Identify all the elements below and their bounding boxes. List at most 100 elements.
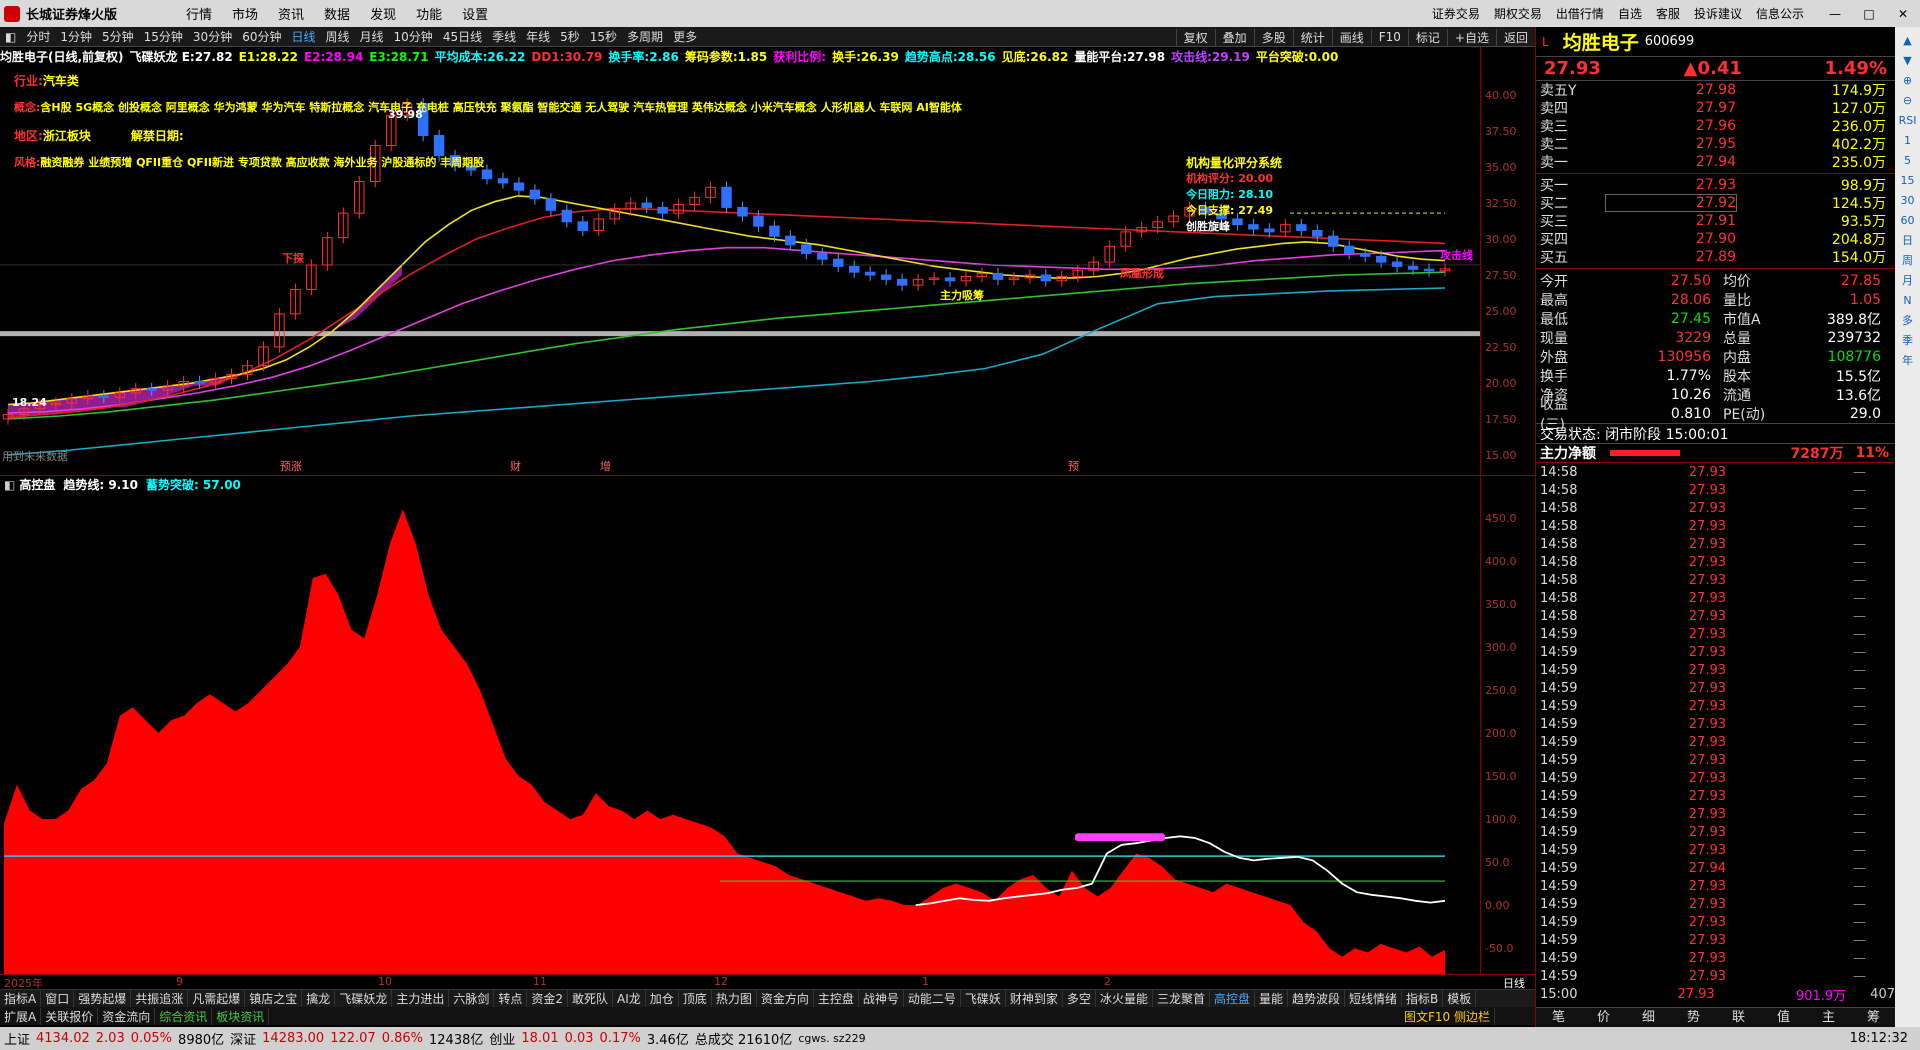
- indicator-tab-13[interactable]: AI龙: [613, 990, 646, 1007]
- menu-lending[interactable]: 出借行情: [1556, 5, 1604, 22]
- period-7[interactable]: 周线: [321, 28, 355, 45]
- indicator-tab-9[interactable]: 六脉剑: [449, 990, 495, 1007]
- chart-menu-icon[interactable]: ◧: [0, 30, 21, 44]
- indicator-tab-29[interactable]: 短线情绪: [1345, 990, 1403, 1007]
- indicator-tab-15[interactable]: 顶底: [679, 990, 712, 1007]
- indicator-tab-23[interactable]: 多空: [1063, 990, 1096, 1007]
- indicator-tab-6[interactable]: 擒龙: [302, 990, 336, 1007]
- menu-discover[interactable]: 发现: [370, 8, 396, 23]
- indicator-tab-12[interactable]: 敢死队: [568, 990, 614, 1007]
- indicator-tab-27[interactable]: 量能: [1255, 990, 1288, 1007]
- menu-service[interactable]: 客服: [1656, 5, 1680, 22]
- indicator-tab-5[interactable]: 镇店之宝: [245, 990, 303, 1007]
- sidebar-btn-9[interactable]: 60: [1901, 211, 1915, 231]
- ask-row-1[interactable]: 卖四 27.97 127.0万: [1536, 99, 1895, 117]
- ask-row-3[interactable]: 卖二 27.95 402.2万: [1536, 135, 1895, 153]
- indicator-tab-24[interactable]: 冰火量能: [1096, 990, 1153, 1007]
- menu-watchlist[interactable]: 自选: [1618, 5, 1642, 22]
- ext-tab-3[interactable]: 综合资讯: [155, 1007, 213, 1025]
- sidebar-btn-12[interactable]: 月: [1902, 271, 1913, 291]
- tool-3[interactable]: 统计: [1292, 28, 1332, 46]
- bid-row-3[interactable]: 买四 27.90 204.8万: [1536, 230, 1895, 248]
- indicator-tab-3[interactable]: 共振追涨: [131, 990, 189, 1007]
- indicator-tab-18[interactable]: 主控盘: [814, 990, 859, 1007]
- indicator-tab-11[interactable]: 资金2: [527, 990, 569, 1007]
- period-10[interactable]: 45日线: [438, 28, 487, 45]
- tool-5[interactable]: F10: [1370, 30, 1408, 44]
- period-6[interactable]: 日线: [286, 28, 320, 45]
- period-9[interactable]: 10分钟: [389, 28, 438, 45]
- period-11[interactable]: 季线: [487, 28, 521, 45]
- sidebar-btn-5[interactable]: 1: [1904, 131, 1911, 151]
- sidebar-btn-6[interactable]: 5: [1904, 151, 1911, 171]
- indicator-tab-1[interactable]: 窗口: [41, 990, 75, 1007]
- tool-7[interactable]: +自选: [1446, 28, 1496, 46]
- period-14[interactable]: 15秒: [585, 28, 622, 45]
- sidebar-btn-15[interactable]: 季: [1902, 331, 1913, 351]
- tool-0[interactable]: 复权: [1175, 28, 1215, 46]
- side-note[interactable]: 图文F10 侧边栏: [1400, 1007, 1495, 1025]
- quote-tab-0[interactable]: 笔: [1536, 1008, 1581, 1027]
- ask-row-0[interactable]: 卖五Y 27.98 174.9万: [1536, 81, 1895, 99]
- tool-1[interactable]: 叠加: [1214, 28, 1254, 46]
- ext-tab-2[interactable]: 资金流向: [98, 1007, 156, 1025]
- menu-disclosure[interactable]: 信息公示: [1756, 5, 1804, 22]
- indicator-tab-21[interactable]: 飞碟妖: [961, 990, 1006, 1007]
- period-8[interactable]: 月线: [355, 28, 389, 45]
- sidebar-btn-8[interactable]: 30: [1901, 191, 1915, 211]
- ext-tab-4[interactable]: 板块资讯: [212, 1007, 270, 1025]
- sidebar-btn-4[interactable]: RSI: [1899, 111, 1917, 131]
- indicator-tab-25[interactable]: 三龙聚首: [1153, 990, 1210, 1007]
- period-1[interactable]: 1分钟: [55, 28, 97, 45]
- menu-settings[interactable]: 设置: [462, 8, 488, 23]
- indicator-tab-19[interactable]: 战神号: [859, 990, 904, 1007]
- indicator-tab-22[interactable]: 财神到家: [1006, 990, 1063, 1007]
- ext-tab-0[interactable]: 扩展A: [0, 1007, 42, 1025]
- period-16[interactable]: 更多: [668, 28, 702, 45]
- indicator-tab-7[interactable]: 飞碟妖龙: [335, 990, 393, 1007]
- maximize-icon[interactable]: □: [1852, 7, 1886, 21]
- ask-row-4[interactable]: 卖一 27.94 235.0万: [1536, 153, 1895, 171]
- menu-option-trade[interactable]: 期权交易: [1494, 5, 1542, 22]
- sidebar-btn-11[interactable]: 周: [1902, 251, 1913, 271]
- sidebar-btn-2[interactable]: ⊕: [1903, 71, 1912, 91]
- ask-row-2[interactable]: 卖三 27.96 236.0万: [1536, 117, 1895, 135]
- indicator-tab-31[interactable]: 模板: [1443, 990, 1477, 1007]
- minimize-icon[interactable]: —: [1818, 7, 1852, 21]
- period-3[interactable]: 15分钟: [139, 28, 188, 45]
- close-icon[interactable]: ✕: [1886, 7, 1920, 21]
- kline-chart[interactable]: [0, 65, 1480, 475]
- tool-6[interactable]: 标记: [1407, 28, 1447, 46]
- cy-index-label[interactable]: 创业: [489, 1029, 515, 1048]
- period-5[interactable]: 60分钟: [237, 28, 286, 45]
- quote-tab-6[interactable]: 主: [1806, 1008, 1851, 1027]
- period-13[interactable]: 5秒: [555, 28, 585, 45]
- sh-index-label[interactable]: 上证: [4, 1029, 30, 1048]
- menu-data[interactable]: 数据: [324, 8, 350, 23]
- period-2[interactable]: 5分钟: [97, 28, 139, 45]
- period-4[interactable]: 30分钟: [188, 28, 237, 45]
- sidebar-btn-7[interactable]: 15: [1901, 171, 1915, 191]
- indicator-tab-8[interactable]: 主力进出: [392, 990, 450, 1007]
- tool-4[interactable]: 画线: [1331, 28, 1371, 46]
- indicator-tab-17[interactable]: 资金方向: [757, 990, 814, 1007]
- sidebar-btn-13[interactable]: N: [1903, 291, 1911, 311]
- indicator-tab-28[interactable]: 趋势波段: [1288, 990, 1346, 1007]
- indicator-tab-2[interactable]: 强势起爆: [74, 990, 132, 1007]
- ext-tab-1[interactable]: 关联报价: [41, 1007, 99, 1025]
- indicator-tab-10[interactable]: 转点: [494, 990, 528, 1007]
- control-indicator-chart[interactable]: [0, 492, 1480, 974]
- tool-2[interactable]: 多股: [1253, 28, 1293, 46]
- indicator-tab-30[interactable]: 指标B: [1402, 990, 1444, 1007]
- quote-tab-1[interactable]: 价: [1581, 1008, 1626, 1027]
- period-12[interactable]: 年线: [521, 28, 555, 45]
- sidebar-btn-0[interactable]: ▲: [1903, 31, 1911, 51]
- sidebar-btn-10[interactable]: 日: [1902, 231, 1913, 251]
- tick-list[interactable]: 14:58 27.93 — 14:58 27.93 — 14:58 27.93 — 14:58 27…: [1536, 463, 1895, 1004]
- indicator-tab-0[interactable]: 指标A: [0, 990, 42, 1007]
- quote-tab-2[interactable]: 细: [1626, 1008, 1671, 1027]
- indicator-tab-14[interactable]: 加仓: [646, 990, 679, 1007]
- tool-8[interactable]: 返回: [1495, 28, 1535, 46]
- period-0[interactable]: 分时: [21, 28, 55, 45]
- sidebar-btn-3[interactable]: ⊖: [1903, 91, 1912, 111]
